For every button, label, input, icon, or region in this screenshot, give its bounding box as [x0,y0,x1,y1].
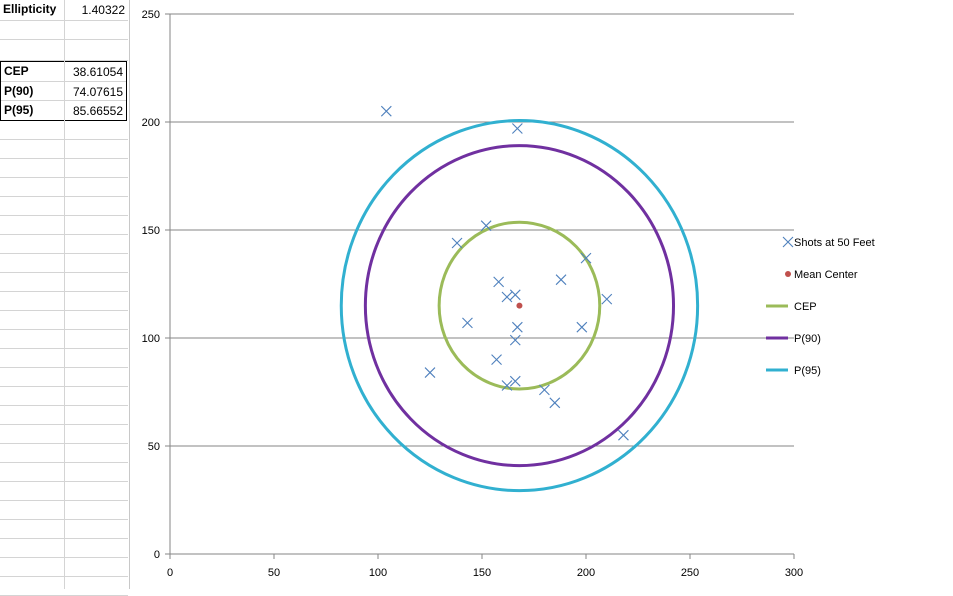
column-divider [64,0,65,589]
shot-marker [511,321,523,333]
x-tick-label: 300 [785,567,803,579]
shot-marker [491,354,502,365]
x-tick-label: 250 [681,567,699,579]
shot-marker [549,397,561,409]
x-tick-label: 200 [577,567,595,579]
shot-marker [601,293,613,305]
cep-value: 38.61054 [72,65,123,79]
legend-label: Shots at 50 Feet [794,237,875,249]
legend-label: P(90) [794,333,821,345]
shot-marker [618,429,629,441]
scatter-chart: 0 50 100 150 200 250 0 50 100 150 200 250 300 Shots a… [142,9,875,579]
legend-marker-x [782,236,794,248]
legend-label: Mean Center [794,269,858,281]
shot-marker [424,367,436,378]
y-tick-label: 200 [142,117,160,129]
y-tick-label: 100 [142,333,160,345]
y-tick-label: 50 [148,441,160,453]
x-tick-label: 0 [167,567,173,579]
y-tick-label: 0 [154,549,160,561]
shot-marker [380,105,392,117]
shot-marker [555,274,567,286]
shot-marker [576,321,588,333]
y-tick-label: 250 [142,9,160,21]
shot-marker [462,317,473,329]
p90-label: P(90) [4,84,34,98]
shot-marker [509,334,521,346]
x-tick-label: 50 [268,567,280,579]
p95-value: 85.66552 [72,104,123,118]
p95-label: P(95) [4,103,34,117]
y-tick-label: 150 [142,225,160,237]
p90-value: 74.07615 [72,85,123,99]
shot-marker [451,237,463,249]
shot-marker [493,276,505,288]
shot-marker [501,291,513,303]
legend-marker-dot [785,271,791,277]
x-tick-label: 100 [369,567,387,579]
ellipticity-label: Ellipticity [3,2,57,16]
spreadsheet-panel: Ellipticity 1.40322 CEP 38.61054 P(90) 7… [0,0,130,596]
cep-label: CEP [4,64,29,78]
ellipticity-value: 1.40322 [81,3,125,17]
chart-area[interactable]: 0 50 100 150 200 250 0 50 100 150 200 250 300 Shots a… [129,0,953,589]
legend-label: P(95) [794,365,821,377]
shot-marker [509,289,521,301]
shot-marker [511,123,523,134]
mean-center-marker [516,302,523,309]
legend-label: CEP [794,301,817,313]
x-tick-label: 150 [473,567,491,579]
